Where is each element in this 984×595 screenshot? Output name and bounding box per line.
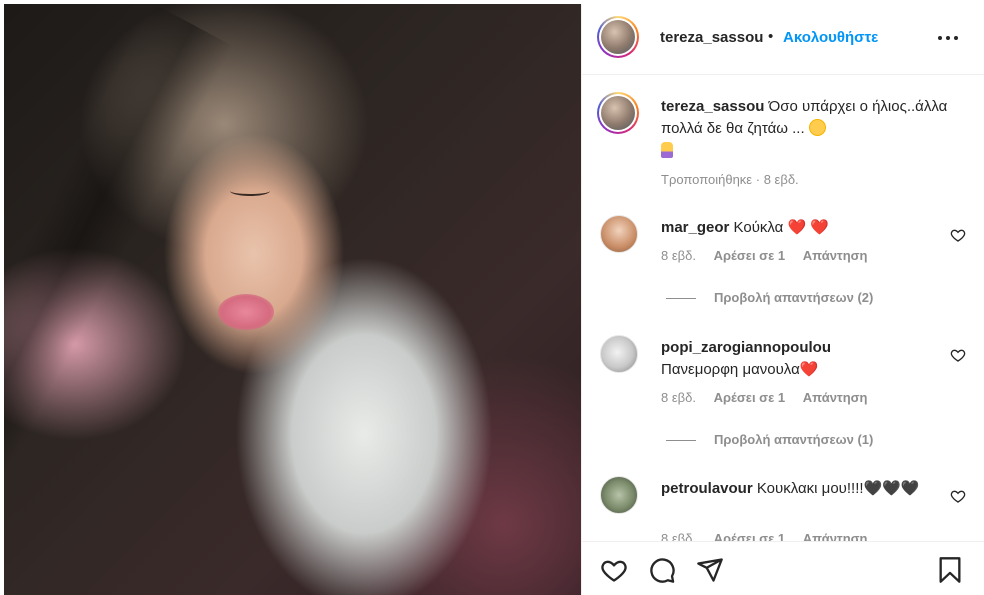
view-replies-button[interactable]: Προβολή απαντήσεων (1) (666, 432, 873, 447)
comment-like-heart-icon[interactable] (950, 347, 966, 363)
comment-username[interactable]: petroulavour (661, 480, 753, 497)
comment-avatar[interactable] (600, 335, 638, 373)
follow-button[interactable]: Ακολουθήστε (783, 29, 878, 46)
send-icon[interactable] (696, 556, 724, 584)
edited-label: Τροποποιήθηκε (661, 172, 753, 187)
comment-username[interactable]: mar_geor (661, 219, 729, 236)
reply-button[interactable]: Απάντηση (803, 390, 868, 405)
comment-meta: 8 εβδ. Αρέσει σε 1 Απάντηση (661, 248, 882, 263)
photo-shadow (4, 4, 234, 577)
post-photo[interactable] (4, 4, 581, 595)
comment-avatar[interactable] (600, 476, 638, 514)
post-side-panel: tereza_sassou • Ακολουθήστε tereza_sasso… (581, 4, 984, 595)
view-replies-button[interactable]: Προβολή απαντήσεων (2) (666, 290, 873, 305)
caption-time[interactable]: 8 εβδ. (764, 172, 799, 187)
comment-likes[interactable]: Αρέσει σε 1 (714, 248, 786, 263)
post-action-bar (582, 541, 984, 595)
reply-button[interactable]: Απάντηση (803, 248, 868, 263)
caption-meta-dot: · (755, 172, 761, 187)
bookmark-icon[interactable] (936, 556, 964, 584)
comment-text: Κούκλα ❤️ ❤️ (733, 219, 830, 236)
view-replies-line (666, 440, 696, 442)
comment-likes[interactable]: Αρέσει σε 1 (714, 390, 786, 405)
post-header: tereza_sassou • Ακολουθήστε (582, 4, 984, 75)
comment-like-heart-icon[interactable] (950, 227, 966, 243)
caption-avatar[interactable] (597, 92, 639, 134)
photo-eye (230, 186, 270, 196)
comment-time[interactable]: 8 εβδ. (661, 390, 696, 405)
view-replies-label: Προβολή απαντήσεων (1) (714, 432, 874, 447)
caption-meta: Τροποποιήθηκε · 8 εβδ. (661, 172, 799, 187)
comment-username[interactable]: popi_zarogiannopoulou (661, 339, 831, 356)
comment-time[interactable]: 8 εβδ. (661, 248, 696, 263)
caption-text-block: tereza_sassou Όσο υπάρχει ο ήλιος..άλλα … (661, 96, 951, 162)
comment-text-block: popi_zarogiannopoulou Πανεμορφη μανουλα❤… (661, 337, 941, 381)
smiling-face-emoji-icon (808, 119, 826, 136)
header-separator: • (768, 28, 774, 45)
comment-meta: 8 εβδ. Αρέσει σε 1 Απάντηση (661, 390, 882, 405)
caption-username[interactable]: tereza_sassou (661, 98, 764, 115)
more-horizontal-icon[interactable] (936, 30, 960, 46)
author-username[interactable]: tereza_sassou (660, 29, 763, 46)
comment-text: Κουκλακι μου!!!!🖤🖤🖤 (756, 480, 920, 497)
comment-text-block: mar_geor Κούκλα ❤️ ❤️ (661, 217, 941, 239)
comment-avatar[interactable] (600, 215, 638, 253)
photo-lips (218, 294, 274, 330)
author-avatar[interactable] (597, 16, 639, 58)
comment-text: Πανεμορφη μανουλα❤️ (661, 361, 819, 378)
heart-outline-icon[interactable] (600, 556, 628, 584)
view-replies-line (666, 298, 696, 300)
comment-text-block: petroulavour Κουκλακι μου!!!!🖤🖤🖤 (661, 478, 941, 500)
folded-hands-emoji-icon (661, 142, 673, 158)
comment-like-heart-icon[interactable] (950, 488, 966, 504)
view-replies-label: Προβολή απαντήσεων (2) (714, 290, 874, 305)
comment-icon[interactable] (648, 556, 676, 584)
